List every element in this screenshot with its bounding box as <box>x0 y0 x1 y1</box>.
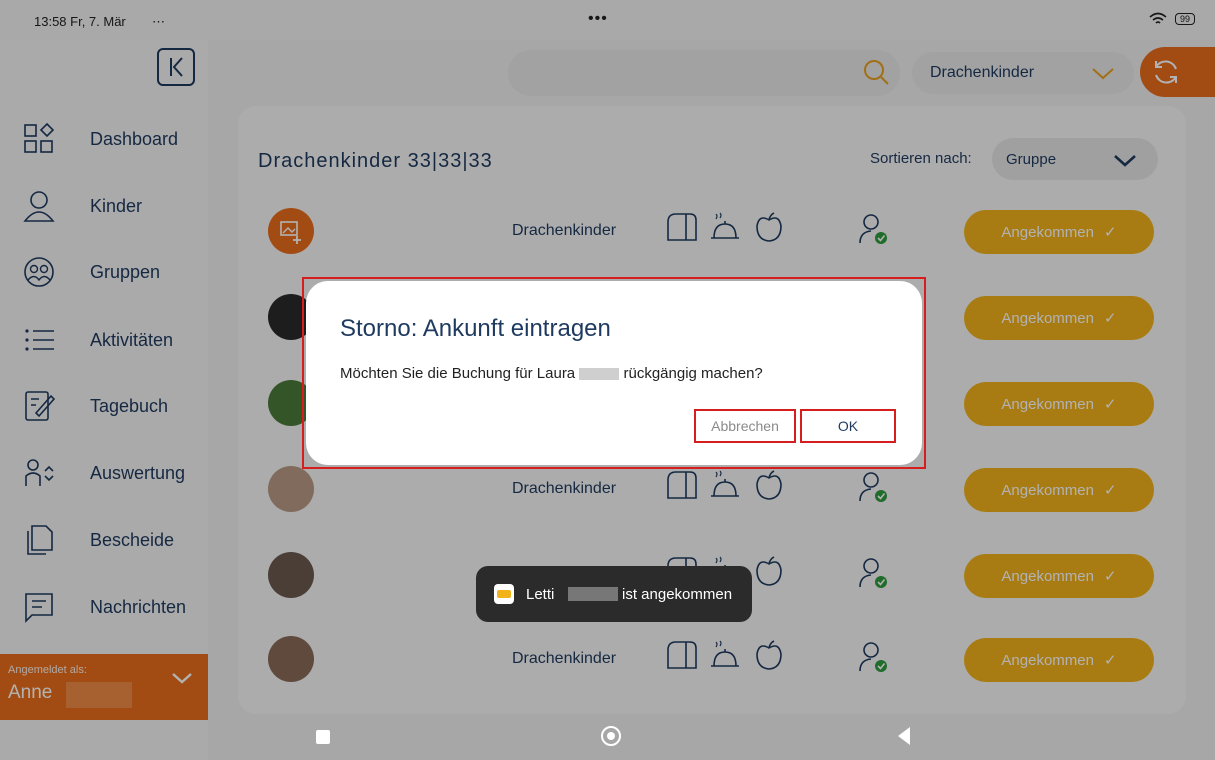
back-button[interactable] <box>898 727 910 745</box>
dialog-message-end: rückgängig machen? <box>623 365 763 382</box>
dialog-message: Möchten Sie die Buchung für Laura rückgä… <box>340 365 763 382</box>
toast-text-start: Letti <box>526 586 555 603</box>
cancel-button[interactable]: Abbrechen <box>694 409 796 443</box>
toast-text-end: ist angekommen <box>622 586 733 603</box>
dialog-message-start: Möchten Sie die Buchung für Laura <box>340 365 576 382</box>
system-nav-bar <box>208 710 1215 760</box>
redacted-name <box>568 587 618 601</box>
home-button[interactable] <box>601 726 621 746</box>
app-logo-icon <box>494 584 514 604</box>
recent-apps-button[interactable] <box>316 730 330 744</box>
ok-button[interactable]: OK <box>800 409 896 443</box>
toast-notification: Letti ist angekommen <box>476 566 752 622</box>
redacted-name <box>579 368 620 381</box>
dialog-title: Storno: Ankunft eintragen <box>340 315 611 342</box>
confirm-dialog: Storno: Ankunft eintragen Möchten Sie di… <box>306 281 922 465</box>
